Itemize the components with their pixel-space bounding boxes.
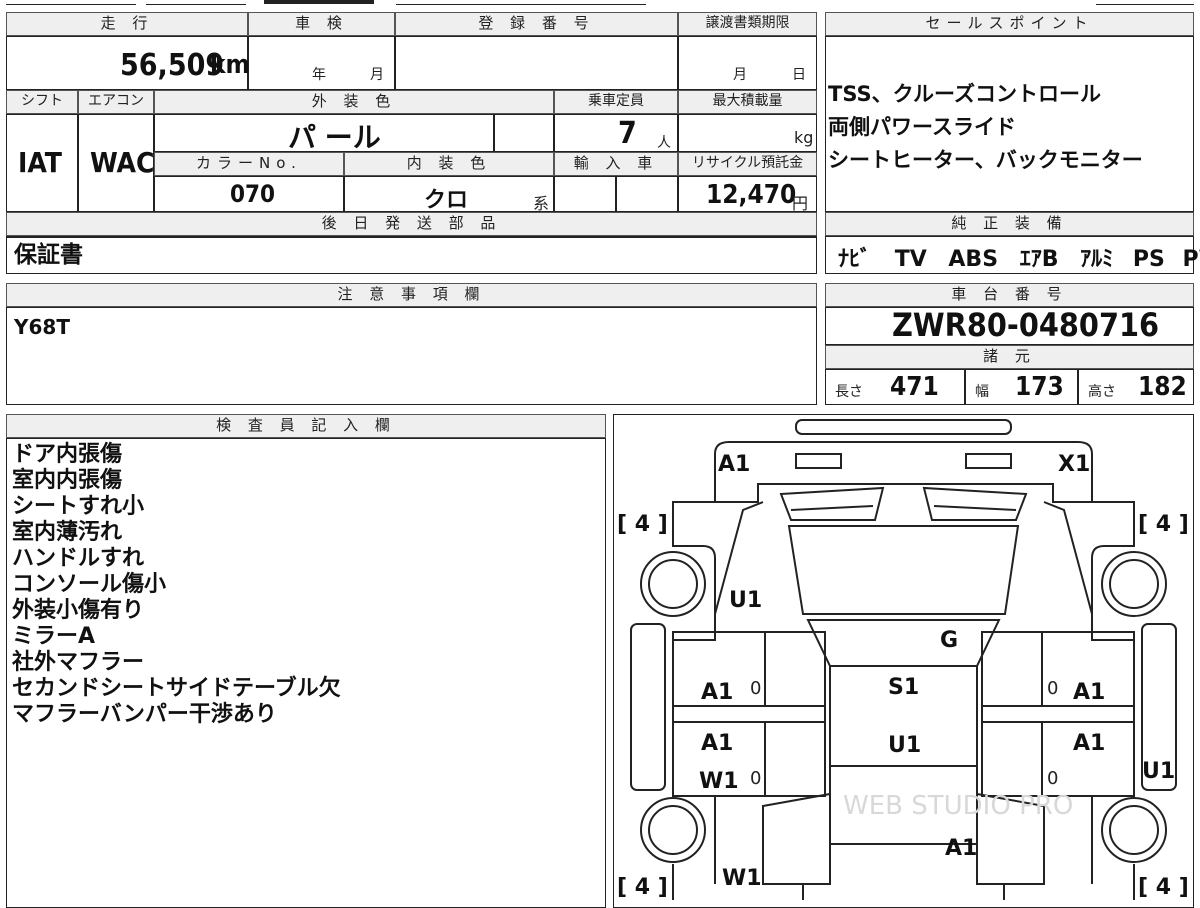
inspector-note: セカンドシートサイドテーブル欠 (12, 676, 341, 702)
equipment-item: ｱﾙﾐ (1080, 247, 1113, 272)
spec-height-label: 高さ (1088, 381, 1116, 401)
equipment-item: ﾅﾋﾞ (838, 247, 871, 272)
door-rear-left-code: A1 (701, 731, 733, 756)
watermark-text: WEB STUDIO PRO (843, 791, 1073, 821)
equipment-item: PS (1133, 247, 1165, 272)
door-rear-right-code: A1 (1073, 731, 1105, 756)
sales-points-header: セールスポイント (825, 12, 1194, 36)
specs-header: 諸 元 (825, 345, 1194, 369)
tire-front-right: [ 4 ] (1138, 512, 1189, 537)
door-front-right-code: A1 (1073, 680, 1105, 705)
inspector-note: コンソール傷小 (12, 572, 341, 598)
chassis-value: ZWR80-0480716 (892, 306, 1159, 344)
transfer-deadline-header: 譲渡書類期限 (678, 12, 817, 36)
inspector-note: ドア内張傷 (12, 442, 341, 468)
capacity-header: 乗車定員 (554, 90, 678, 114)
import-header: 輸 入 車 (554, 152, 678, 176)
top-strip (6, 0, 1194, 6)
inspector-notes-list: ドア内張傷 室内内張傷 シートすれ小 室内薄汚れ ハンドルすれ コンソール傷小 … (12, 442, 341, 728)
genuine-equipment-list: ﾅﾋﾞ TV ABS ｴｱB ｱﾙﾐ PS PW (838, 241, 1200, 273)
inspector-note: 室内内張傷 (12, 468, 341, 494)
door-fl-zero: 0 (750, 678, 761, 699)
color-no-value: 070 (230, 180, 275, 208)
sales-points-list: TSS、クルーズコントロール 両側パワースライド シートヒーター、バックモニター (828, 78, 1143, 177)
inspection-header: 車 検 (248, 12, 395, 36)
inspector-note: 外装小傷有り (12, 598, 341, 624)
inspector-note: 社外マフラー (12, 650, 341, 676)
later-parts-header: 後 日 発 送 部 品 (6, 212, 817, 236)
interior-color-suffix: 系 (533, 190, 549, 214)
inspector-note: シートすれ小 (12, 494, 341, 520)
sales-point-line: 両側パワースライド (828, 111, 1143, 144)
door-rl-zero: 0 (750, 768, 761, 789)
door-front-left-code: A1 (701, 680, 733, 705)
tire-rear-right: [ 4 ] (1138, 875, 1189, 900)
genuine-equipment-header: 純 正 装 備 (825, 212, 1194, 236)
shift-header: シフト (6, 90, 78, 114)
door-rr-zero: 0 (1047, 768, 1058, 789)
inspector-note: 室内薄汚れ (12, 520, 341, 546)
inspection-month: 月 (370, 64, 384, 84)
spec-length-label: 長さ (835, 381, 863, 401)
mileage-unit: km (210, 50, 250, 80)
front-right-code: X1 (1058, 452, 1090, 477)
interior-color-header: 内 装 色 (344, 152, 554, 176)
spec-width-label: 幅 (975, 381, 989, 401)
later-parts-value: 保証書 (14, 242, 83, 268)
equipment-item: TV (895, 247, 927, 272)
interior-color-value: クロ (424, 182, 468, 214)
transfer-month: 月 (733, 64, 747, 84)
sales-point-line: TSS、クルーズコントロール (828, 78, 1143, 111)
max-load-unit: kg (794, 128, 813, 147)
exterior-color-value: パ ール (288, 116, 381, 156)
equipment-item: PW (1183, 247, 1200, 272)
inspector-note: マフラーバンパー干渉あり (12, 702, 341, 728)
recycle-fee-header: リサイクル預託金 (678, 152, 817, 176)
mileage-value: 56,509 (120, 48, 224, 83)
capacity-value: 7 (618, 116, 637, 151)
rear-center-code: A1 (945, 836, 977, 861)
car-outline: WEB STUDIO PRO (613, 414, 1194, 900)
rear-left-code: W1 (722, 866, 762, 891)
door-fr-zero: 0 (1047, 678, 1058, 699)
inspector-header: 検 査 員 記 入 欄 (6, 414, 606, 438)
notes-header: 注 意 事 項 欄 (6, 283, 817, 307)
aircon-header: エアコン (78, 90, 154, 114)
transfer-day: 日 (792, 64, 806, 84)
sales-point-line: シートヒーター、バックモニター (828, 144, 1143, 177)
inspector-note: ミラーA (12, 624, 341, 650)
door-rear-left-code-2: W1 (699, 769, 739, 794)
windshield-code: G (940, 628, 958, 653)
spec-height-value: 182 (1138, 372, 1187, 402)
rear-right-code: U1 (1142, 759, 1175, 784)
spec-length-value: 471 (890, 372, 939, 402)
tire-rear-left: [ 4 ] (617, 875, 668, 900)
notes-value: Y68T (14, 315, 70, 339)
roof-rear-code: U1 (888, 733, 921, 758)
max-load-header: 最大積載量 (678, 90, 817, 114)
aircon-value: WAC (90, 146, 155, 179)
shift-value: IAT (18, 146, 62, 179)
hood-left-code: U1 (729, 588, 762, 613)
inspection-year: 年 (312, 64, 326, 84)
equipment-item: ABS (948, 247, 998, 272)
exterior-color-header: 外 装 色 (154, 90, 554, 114)
registration-header: 登 録 番 号 (395, 12, 678, 36)
tire-front-left: [ 4 ] (617, 512, 668, 537)
capacity-unit: 人 (657, 132, 671, 152)
chassis-header: 車 台 番 号 (825, 283, 1194, 307)
inspector-note: ハンドルすれ (12, 546, 341, 572)
equipment-item: ｴｱB (1020, 247, 1059, 272)
color-no-header: カラーNo. (154, 152, 344, 176)
recycle-fee-value: 12,470 (706, 180, 796, 210)
spec-width-value: 173 (1015, 372, 1064, 402)
mileage-header: 走 行 (6, 12, 248, 36)
front-left-code: A1 (718, 452, 750, 477)
recycle-fee-unit: 円 (792, 190, 808, 214)
roof-code: S1 (888, 675, 919, 700)
